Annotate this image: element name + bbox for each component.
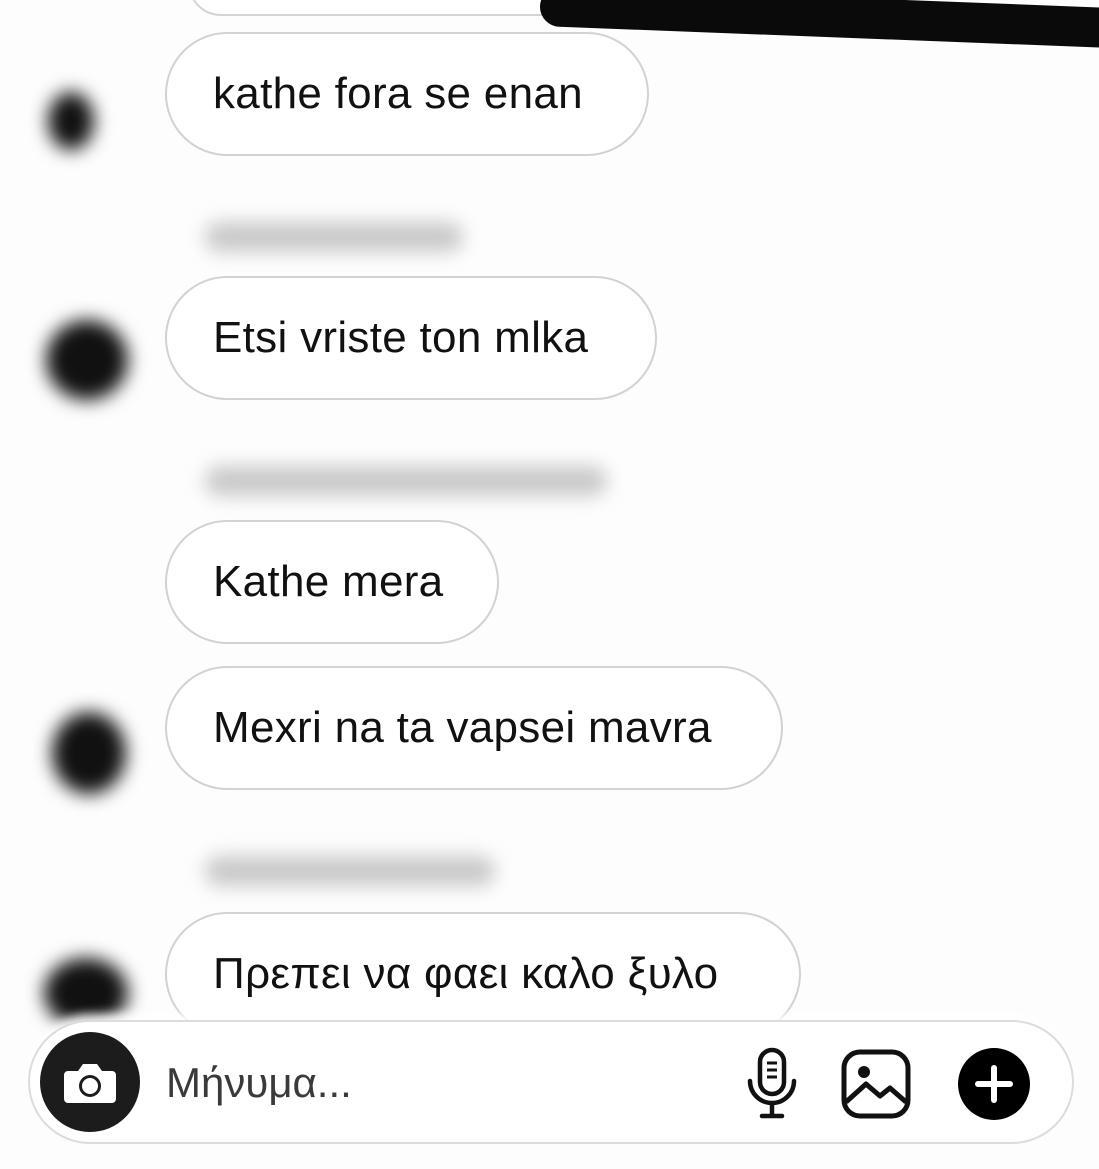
message-bubble[interactable]: Etsi vriste ton mlka [165, 276, 657, 400]
chat-screen: kathe fora se enan Etsi vriste ton mlka … [0, 0, 1099, 1169]
message-composer [28, 1020, 1074, 1144]
message-input[interactable] [166, 1050, 686, 1116]
sender-username-redacted [205, 856, 495, 886]
message-text: kathe fora se enan [213, 69, 583, 118]
message-bubble[interactable]: Kathe mera [165, 520, 499, 644]
sender-avatar[interactable] [44, 958, 128, 1028]
message-text: Etsi vriste ton mlka [213, 313, 589, 362]
message-bubble[interactable]: kathe fora se enan [165, 32, 649, 156]
add-button[interactable] [954, 1044, 1034, 1124]
sender-username-redacted [205, 222, 463, 252]
gallery-button[interactable] [836, 1044, 916, 1124]
camera-icon [62, 1059, 118, 1105]
sender-avatar[interactable] [46, 320, 128, 400]
message-text: Kathe mera [213, 557, 444, 606]
plus-icon [956, 1046, 1032, 1122]
gallery-icon [840, 1048, 912, 1120]
message-bubble[interactable]: Πρεπει να φαει καλο ξυλο [165, 912, 801, 1036]
sender-avatar[interactable] [48, 92, 94, 150]
sender-avatar[interactable] [52, 712, 126, 794]
camera-button[interactable] [40, 1032, 140, 1132]
message-text: Mexri na ta vapsei mavra [213, 703, 712, 752]
message-text: Πρεπει να φαει καλο ξυλο [213, 949, 719, 998]
message-bubble[interactable]: Mexri na ta vapsei mavra [165, 666, 783, 790]
microphone-icon [745, 1047, 799, 1121]
microphone-button[interactable] [732, 1044, 812, 1124]
sender-username-redacted [205, 466, 607, 496]
redaction-marker [539, 0, 1099, 50]
